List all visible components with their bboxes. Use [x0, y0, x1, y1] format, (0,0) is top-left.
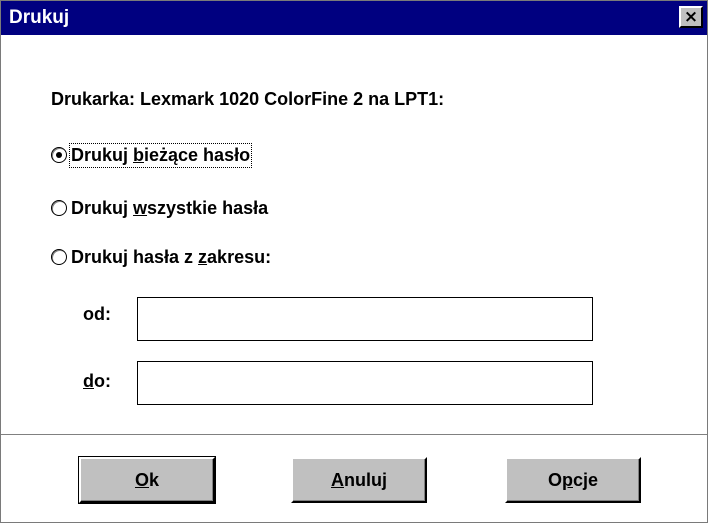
radio-print-all-label: Drukuj wszystkie hasła — [71, 197, 269, 218]
radio-selected-icon[interactable] — [51, 147, 67, 163]
radio-empty-icon[interactable] — [51, 249, 67, 265]
radio-print-current[interactable]: Drukuj bieżące hasło — [51, 142, 253, 168]
print-dialog: Drukuj × Drukarka: Lexmark 1020 ColorFin… — [0, 0, 708, 523]
radio-print-range-label: Drukuj hasła z zakresu: — [71, 246, 272, 267]
from-field[interactable] — [137, 297, 593, 341]
to-field[interactable] — [137, 361, 593, 405]
radio-print-all[interactable]: Drukuj wszystkie hasła — [51, 196, 268, 220]
radio-empty-icon[interactable] — [51, 200, 67, 216]
close-icon: × — [683, 6, 699, 27]
from-label: od: — [83, 304, 111, 324]
to-label: do: — [83, 371, 111, 391]
ok-button[interactable]: Ok — [78, 456, 216, 504]
separator — [1, 434, 707, 436]
cancel-button[interactable]: Anuluj — [291, 457, 427, 503]
title-bar: Drukuj × — [1, 1, 707, 35]
options-button[interactable]: Op cje — [505, 457, 641, 503]
radio-print-range[interactable]: Drukuj hasła z zakresu: — [51, 245, 271, 269]
close-button[interactable]: × — [679, 6, 703, 28]
printer-label: Drukarka: Lexmark 1020 ColorFine 2 na LP… — [51, 89, 445, 109]
radio-print-current-label: Drukuj bieżące hasło — [68, 142, 253, 168]
dialog-title: Drukuj — [9, 7, 70, 28]
